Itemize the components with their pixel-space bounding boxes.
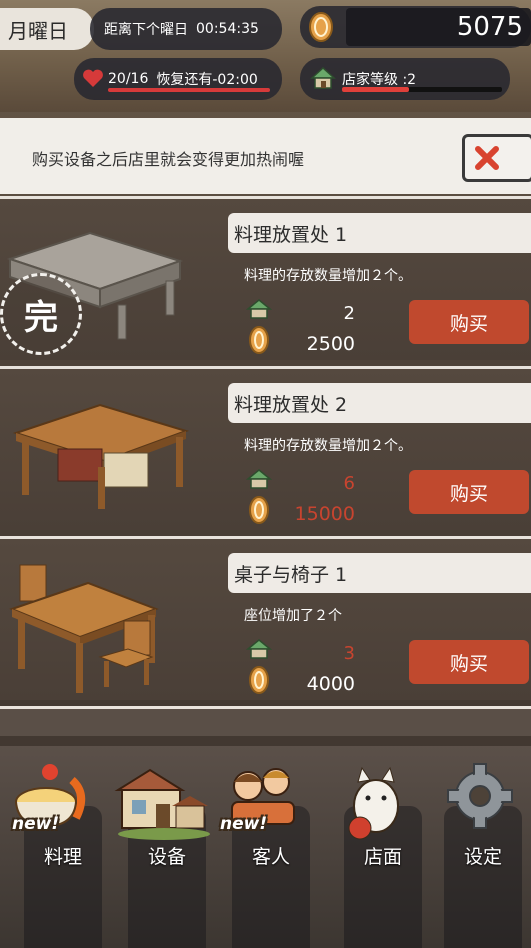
item-description: 料理的存放数量增加２个。 — [244, 268, 412, 284]
buy-button[interactable]: 购买 — [409, 470, 529, 514]
next-list-item-peek — [0, 706, 531, 736]
weekday-label: 月曜日 — [0, 8, 94, 50]
shop-level-panel: 店家等级 :2 — [300, 58, 510, 100]
nav-item-settings[interactable]: 设定 — [420, 746, 522, 948]
nav-item-storefront[interactable]: 店面 — [320, 746, 422, 948]
status-header: 月曜日 距离下个曜日 00:54:35 5075 20/16 恢复还有-02:0… — [0, 0, 531, 112]
item-price: 4000 — [306, 673, 355, 695]
nav-label: 设定 — [463, 846, 502, 868]
required-level: 2 — [343, 303, 355, 324]
item-description: 料理的存放数量增加２个。 — [244, 438, 412, 454]
nav-item-cooking[interactable]: new! 料理 — [0, 746, 102, 948]
heart-icon — [83, 69, 103, 87]
shop-level-bar-fill — [342, 87, 410, 92]
info-banner: 购买设备之后店里就会变得更加热闹喔 — [0, 118, 531, 194]
gear-icon — [447, 763, 513, 829]
item-price: 15000 — [294, 503, 355, 525]
recovery-timer: 恢复还有-02:00 — [156, 72, 258, 88]
equipment-list[interactable]: 完 料理放置处 1 料理的存放数量增加２个。 2 2500 购买 料理放置处 2… — [0, 196, 531, 736]
list-item: 完 料理放置处 1 料理的存放数量增加２个。 2 2500 购买 — [0, 196, 531, 360]
required-level: 6 — [343, 473, 355, 494]
stamina-bar — [108, 88, 270, 92]
shop-level-icon — [246, 299, 272, 319]
shop-building-icon — [114, 768, 210, 840]
banner-text: 购买设备之后店里就会变得更加热闹喔 — [32, 150, 305, 169]
buy-button[interactable]: 购买 — [409, 300, 529, 344]
countdown-label: 距离下个曜日 — [104, 22, 188, 38]
new-badge: new! — [12, 814, 60, 834]
item-title: 料理放置处 1 — [228, 213, 531, 253]
nav-label: 设备 — [147, 846, 186, 868]
item-price: 2500 — [306, 333, 355, 355]
lucky-cat-icon — [348, 766, 399, 840]
new-badge: new! — [220, 814, 268, 834]
item-title: 料理放置处 2 — [228, 383, 531, 423]
complete-stamp: 完 — [0, 273, 82, 355]
shop-icon — [310, 66, 336, 89]
required-level: 3 — [343, 643, 355, 664]
stamina-panel: 20/16 恢复还有-02:00 — [74, 58, 282, 100]
nav-label: 客人 — [251, 846, 290, 868]
wooden-table-crates-image — [12, 403, 190, 509]
list-item: 桌子与椅子 1 座位增加了２个 3 4000 购买 — [0, 536, 531, 700]
stamina-count: 20/16 — [108, 71, 149, 87]
close-icon — [475, 146, 499, 170]
weekday-countdown: 距离下个曜日 00:54:35 — [90, 8, 282, 50]
nav-item-customers[interactable]: new! 客人 — [208, 746, 310, 948]
table-and-chairs-image — [9, 564, 159, 693]
coin-icon — [249, 326, 269, 354]
shop-level-bar — [342, 87, 502, 92]
shop-level-icon — [246, 469, 272, 489]
coin-icon — [249, 666, 269, 694]
coin-amount: 5075 — [456, 12, 523, 42]
nav-label: 料理 — [43, 846, 82, 868]
item-description: 座位增加了２个 — [244, 608, 342, 624]
coin-balance: 5075 — [300, 6, 531, 48]
coin-icon — [309, 12, 333, 42]
buy-button[interactable]: 购买 — [409, 640, 529, 684]
shop-level-icon — [246, 639, 272, 659]
nav-item-equipment[interactable]: 设备 — [104, 746, 210, 948]
item-title: 桌子与椅子 1 — [228, 553, 531, 593]
list-item: 料理放置处 2 料理的存放数量增加２个。 6 15000 购买 — [0, 366, 531, 530]
shop-level-text: 店家等级 :2 — [342, 72, 417, 88]
nav-label: 店面 — [363, 846, 402, 868]
bottom-nav: new! 料理 设备 new! 客人 店面 设定 — [0, 746, 531, 948]
coin-icon — [249, 496, 269, 524]
countdown-time: 00:54:35 — [196, 21, 259, 37]
close-button[interactable] — [462, 134, 531, 182]
